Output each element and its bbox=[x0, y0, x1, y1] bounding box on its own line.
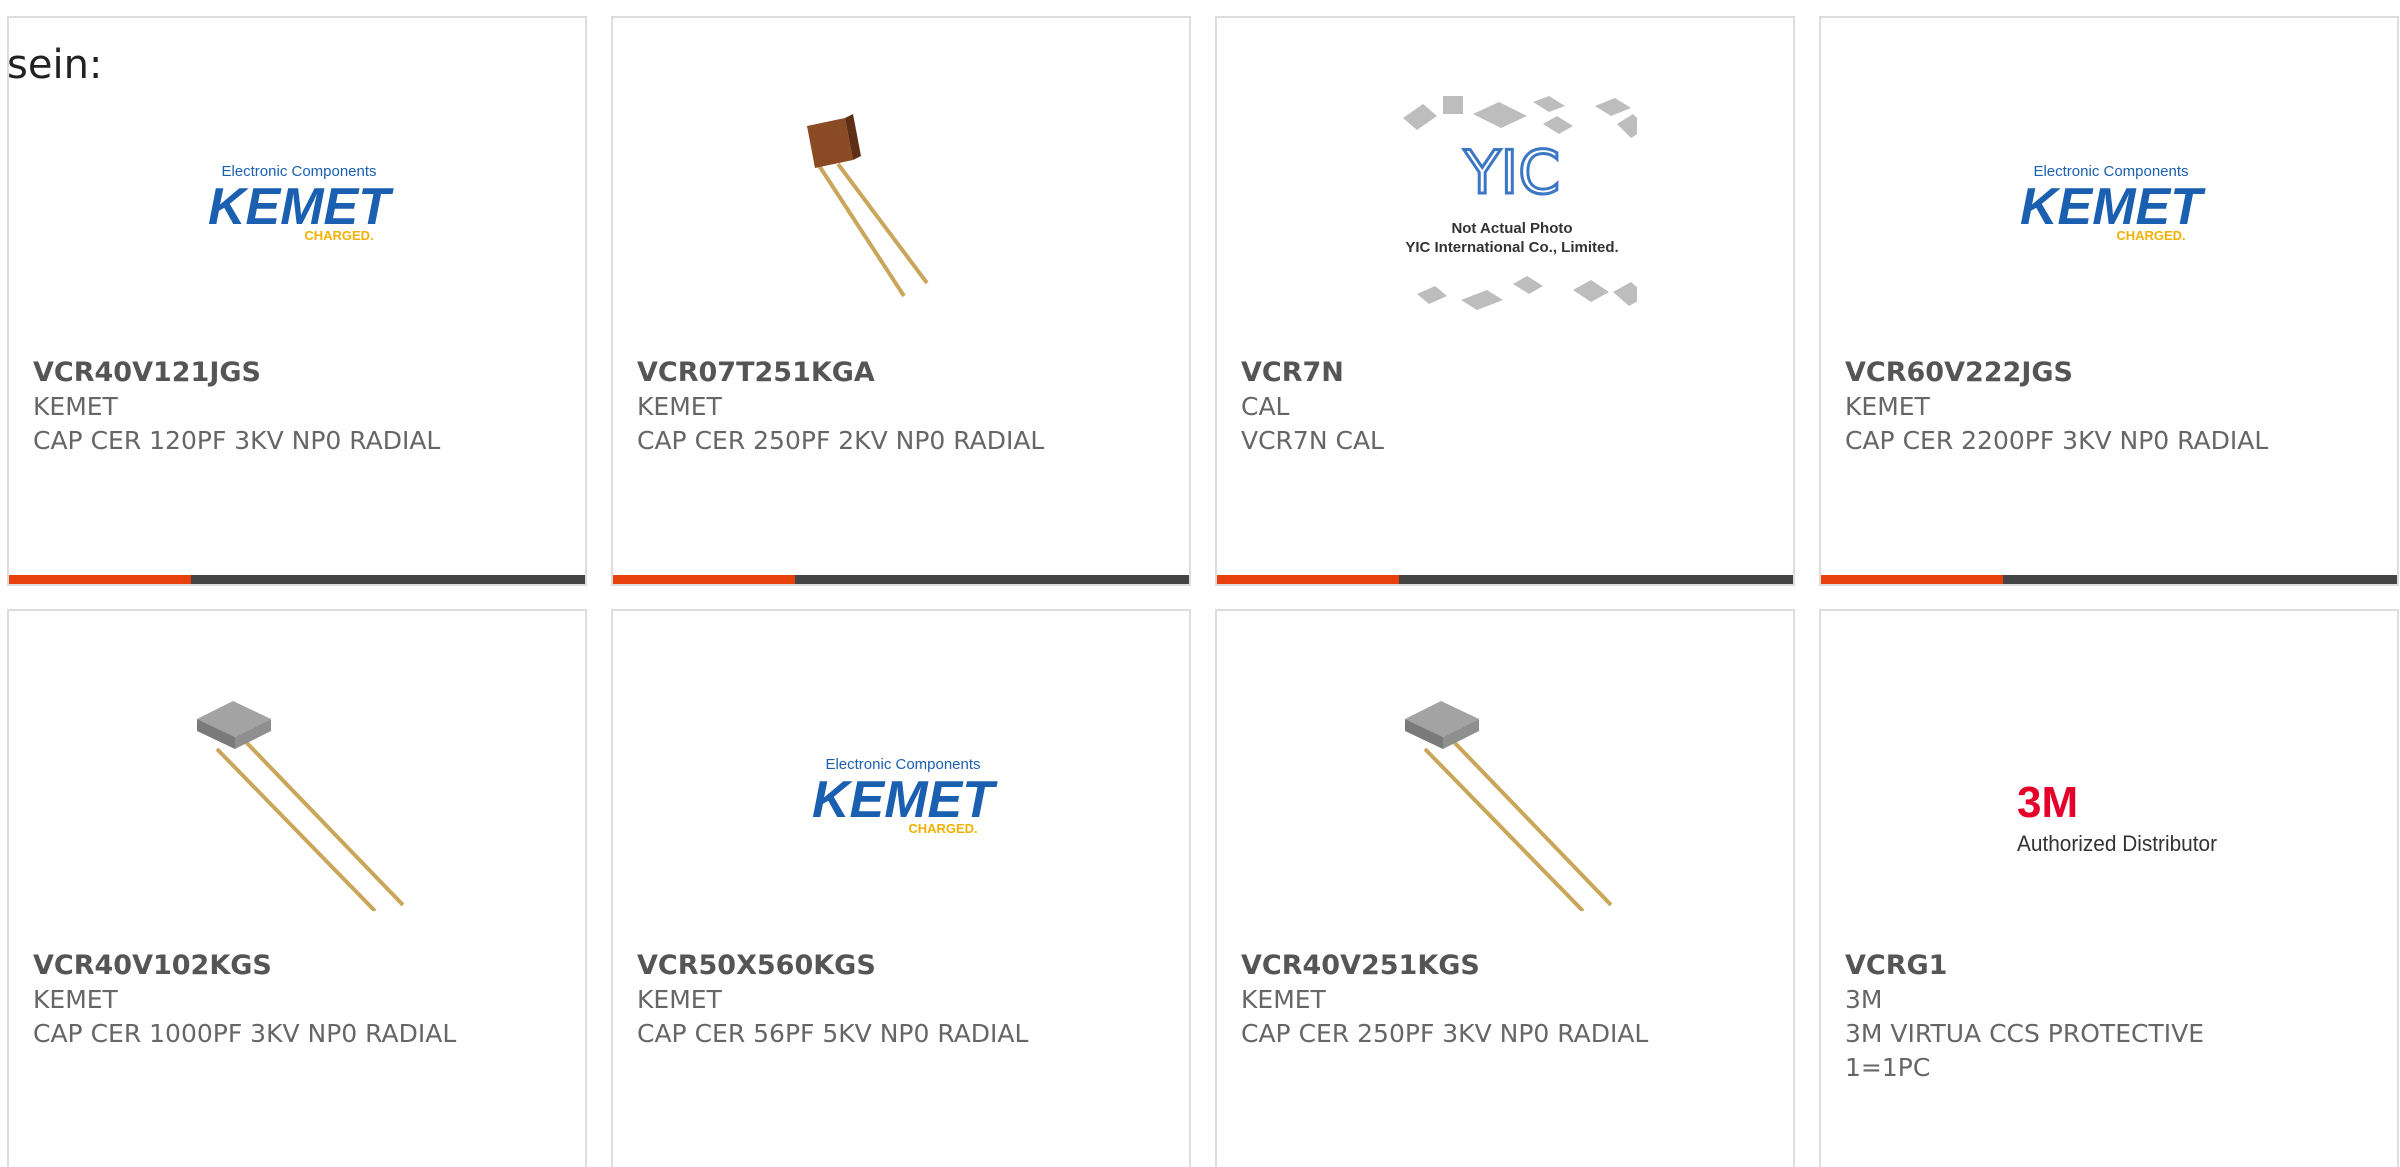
svg-text:Authorized Distributor: Authorized Distributor bbox=[2017, 831, 2217, 856]
card-bar-accent bbox=[1217, 575, 1399, 584]
svg-text:YIC: YIC bbox=[1463, 138, 1560, 208]
product-card[interactable]: VCR40V102KGS KEMET CAP CER 1000PF 3KV NP… bbox=[7, 609, 587, 1167]
kemet-logo-image: Electronic Components KEMET CHARGED. bbox=[189, 78, 409, 318]
manufacturer: 3M bbox=[1845, 985, 1883, 1014]
svg-text:YIC International Co., Limited: YIC International Co., Limited. bbox=[1405, 239, 1618, 256]
product-info: VCR40V251KGS KEMET CAP CER 250PF 3KV NP0… bbox=[1241, 949, 1681, 1051]
part-number[interactable]: VCR40V251KGS bbox=[1241, 949, 1681, 983]
part-number[interactable]: VCR60V222JGS bbox=[1845, 356, 2285, 390]
3m-logo-image: 3M Authorized Distributor bbox=[2001, 671, 2221, 911]
manufacturer: KEMET bbox=[1845, 392, 1930, 421]
manufacturer: KEMET bbox=[1241, 985, 1326, 1014]
description: CAP CER 1000PF 3KV NP0 RADIAL bbox=[33, 1019, 457, 1048]
capacitor-image bbox=[793, 78, 1013, 318]
product-grid: Electronic Components KEMET CHARGED. VCR… bbox=[7, 16, 2399, 1167]
description: VCR7N CAL bbox=[1241, 426, 1384, 455]
manufacturer: KEMET bbox=[637, 392, 722, 421]
part-number[interactable]: VCR40V102KGS bbox=[33, 949, 473, 983]
card-bar bbox=[1217, 575, 1793, 584]
description: 3M VIRTUA CCS PROTECTIVE 1=1PC bbox=[1845, 1019, 2204, 1082]
card-bar-accent bbox=[9, 575, 191, 584]
product-info: VCR40V102KGS KEMET CAP CER 1000PF 3KV NP… bbox=[33, 949, 473, 1051]
product-card[interactable]: Electronic Components KEMET CHARGED. VCR… bbox=[1819, 16, 2399, 586]
capacitor-image bbox=[1397, 671, 1617, 913]
card-bar bbox=[613, 575, 1189, 584]
product-info: VCR7N CAL VCR7N CAL bbox=[1241, 356, 1681, 458]
capacitor-image bbox=[189, 671, 409, 913]
part-number[interactable]: VCR07T251KGA bbox=[637, 356, 1077, 390]
svg-text:Not Actual Photo: Not Actual Photo bbox=[1451, 220, 1572, 237]
card-bar bbox=[1821, 575, 2397, 584]
product-card[interactable]: VCR40V251KGS KEMET CAP CER 250PF 3KV NP0… bbox=[1215, 609, 1795, 1167]
manufacturer: KEMET bbox=[33, 392, 118, 421]
manufacturer: KEMET bbox=[637, 985, 722, 1014]
description: CAP CER 120PF 3KV NP0 RADIAL bbox=[33, 426, 441, 455]
svg-text:CHARGED.: CHARGED. bbox=[908, 821, 977, 836]
part-number[interactable]: VCR40V121JGS bbox=[33, 356, 473, 390]
card-bar-accent bbox=[1821, 575, 2003, 584]
card-bar-accent bbox=[613, 575, 795, 584]
product-info: VCRG1 3M 3M VIRTUA CCS PROTECTIVE 1=1PC bbox=[1845, 949, 2285, 1085]
svg-text:CHARGED.: CHARGED. bbox=[2116, 228, 2185, 243]
description: CAP CER 250PF 3KV NP0 RADIAL bbox=[1241, 1019, 1649, 1048]
product-info: VCR07T251KGA KEMET CAP CER 250PF 2KV NP0… bbox=[637, 356, 1077, 458]
manufacturer: CAL bbox=[1241, 392, 1290, 421]
part-number[interactable]: VCR50X560KGS bbox=[637, 949, 1077, 983]
product-card[interactable]: Electronic Components KEMET CHARGED. VCR… bbox=[611, 609, 1191, 1167]
part-number[interactable]: VCR7N bbox=[1241, 356, 1681, 390]
yic-placeholder-image: YIC Not Actual Photo YIC International C… bbox=[1397, 78, 1647, 318]
svg-text:CHARGED.: CHARGED. bbox=[304, 228, 373, 243]
description: CAP CER 56PF 5KV NP0 RADIAL bbox=[637, 1019, 1029, 1048]
intro-text: sein: bbox=[7, 42, 103, 88]
page: sein: Electronic Components KEMET CHARGE… bbox=[0, 0, 2400, 1167]
product-info: VCR60V222JGS KEMET CAP CER 2200PF 3KV NP… bbox=[1845, 356, 2285, 458]
part-number[interactable]: VCRG1 bbox=[1845, 949, 2285, 983]
description: CAP CER 250PF 2KV NP0 RADIAL bbox=[637, 426, 1045, 455]
product-info: VCR50X560KGS KEMET CAP CER 56PF 5KV NP0 … bbox=[637, 949, 1077, 1051]
card-bar bbox=[9, 575, 585, 584]
kemet-logo-image: Electronic Components KEMET CHARGED. bbox=[2001, 78, 2221, 318]
product-info: VCR40V121JGS KEMET CAP CER 120PF 3KV NP0… bbox=[33, 356, 473, 458]
product-card[interactable]: VCR07T251KGA KEMET CAP CER 250PF 2KV NP0… bbox=[611, 16, 1191, 586]
kemet-logo-image: Electronic Components KEMET CHARGED. bbox=[793, 671, 1013, 911]
product-card[interactable]: YIC Not Actual Photo YIC International C… bbox=[1215, 16, 1795, 586]
product-card[interactable]: Electronic Components KEMET CHARGED. VCR… bbox=[7, 16, 587, 586]
product-card[interactable]: 3M Authorized Distributor VCRG1 3M 3M VI… bbox=[1819, 609, 2399, 1167]
description: CAP CER 2200PF 3KV NP0 RADIAL bbox=[1845, 426, 2269, 455]
manufacturer: KEMET bbox=[33, 985, 118, 1014]
svg-text:3M: 3M bbox=[2017, 778, 2078, 827]
